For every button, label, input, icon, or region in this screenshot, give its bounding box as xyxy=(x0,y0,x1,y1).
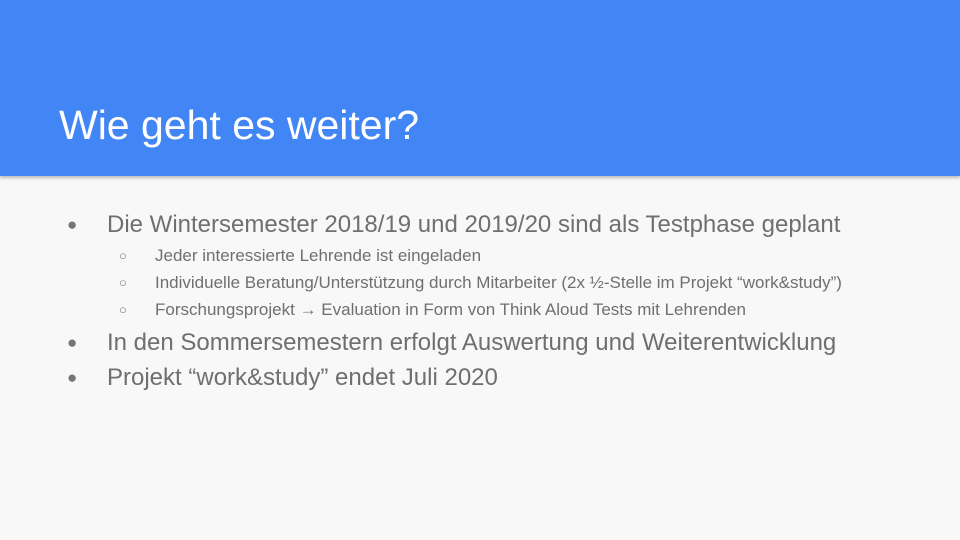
slide-title: Wie geht es weiter? xyxy=(59,102,420,148)
hollow-circle-bullet-icon: ○ xyxy=(119,302,127,317)
bullet-item: ● Projekt “work&study” endet Juli 2020 xyxy=(0,360,960,395)
bullet-text: Projekt “work&study” endet Juli 2020 xyxy=(107,364,498,391)
hollow-circle-bullet-icon: ○ xyxy=(119,275,127,290)
bullet-item: ● Die Wintersemester 2018/19 und 2019/20… xyxy=(0,207,960,242)
filled-circle-bullet-icon: ● xyxy=(67,368,78,387)
slide: Wie geht es weiter? ● Die Wintersemester… xyxy=(0,0,960,540)
sub-bullet-item: ○ Forschungsprojekt → Evaluation in Form… xyxy=(0,296,960,323)
bullet-list: ● Die Wintersemester 2018/19 und 2019/20… xyxy=(0,207,960,395)
filled-circle-bullet-icon: ● xyxy=(67,333,78,352)
sub-bullet-item: ○ Individuelle Beratung/Unterstützung du… xyxy=(0,269,960,296)
sub-bullet-text: Individuelle Beratung/Unterstützung durc… xyxy=(155,273,842,292)
hollow-circle-bullet-icon: ○ xyxy=(119,248,127,263)
sub-bullet-text: Jeder interessierte Lehrende ist eingela… xyxy=(155,246,482,265)
bullet-text: Die Wintersemester 2018/19 und 2019/20 s… xyxy=(107,211,841,238)
title-bar: Wie geht es weiter? xyxy=(0,0,960,176)
filled-circle-bullet-icon: ● xyxy=(67,215,78,234)
sub-bullet-item: ○ Jeder interessierte Lehrende ist einge… xyxy=(0,242,960,269)
bullet-item: ● In den Sommersemestern erfolgt Auswert… xyxy=(0,325,960,360)
bullet-text: In den Sommersemestern erfolgt Auswertun… xyxy=(107,329,837,356)
sub-bullet-text: Forschungsprojekt → Evaluation in Form v… xyxy=(155,300,746,319)
